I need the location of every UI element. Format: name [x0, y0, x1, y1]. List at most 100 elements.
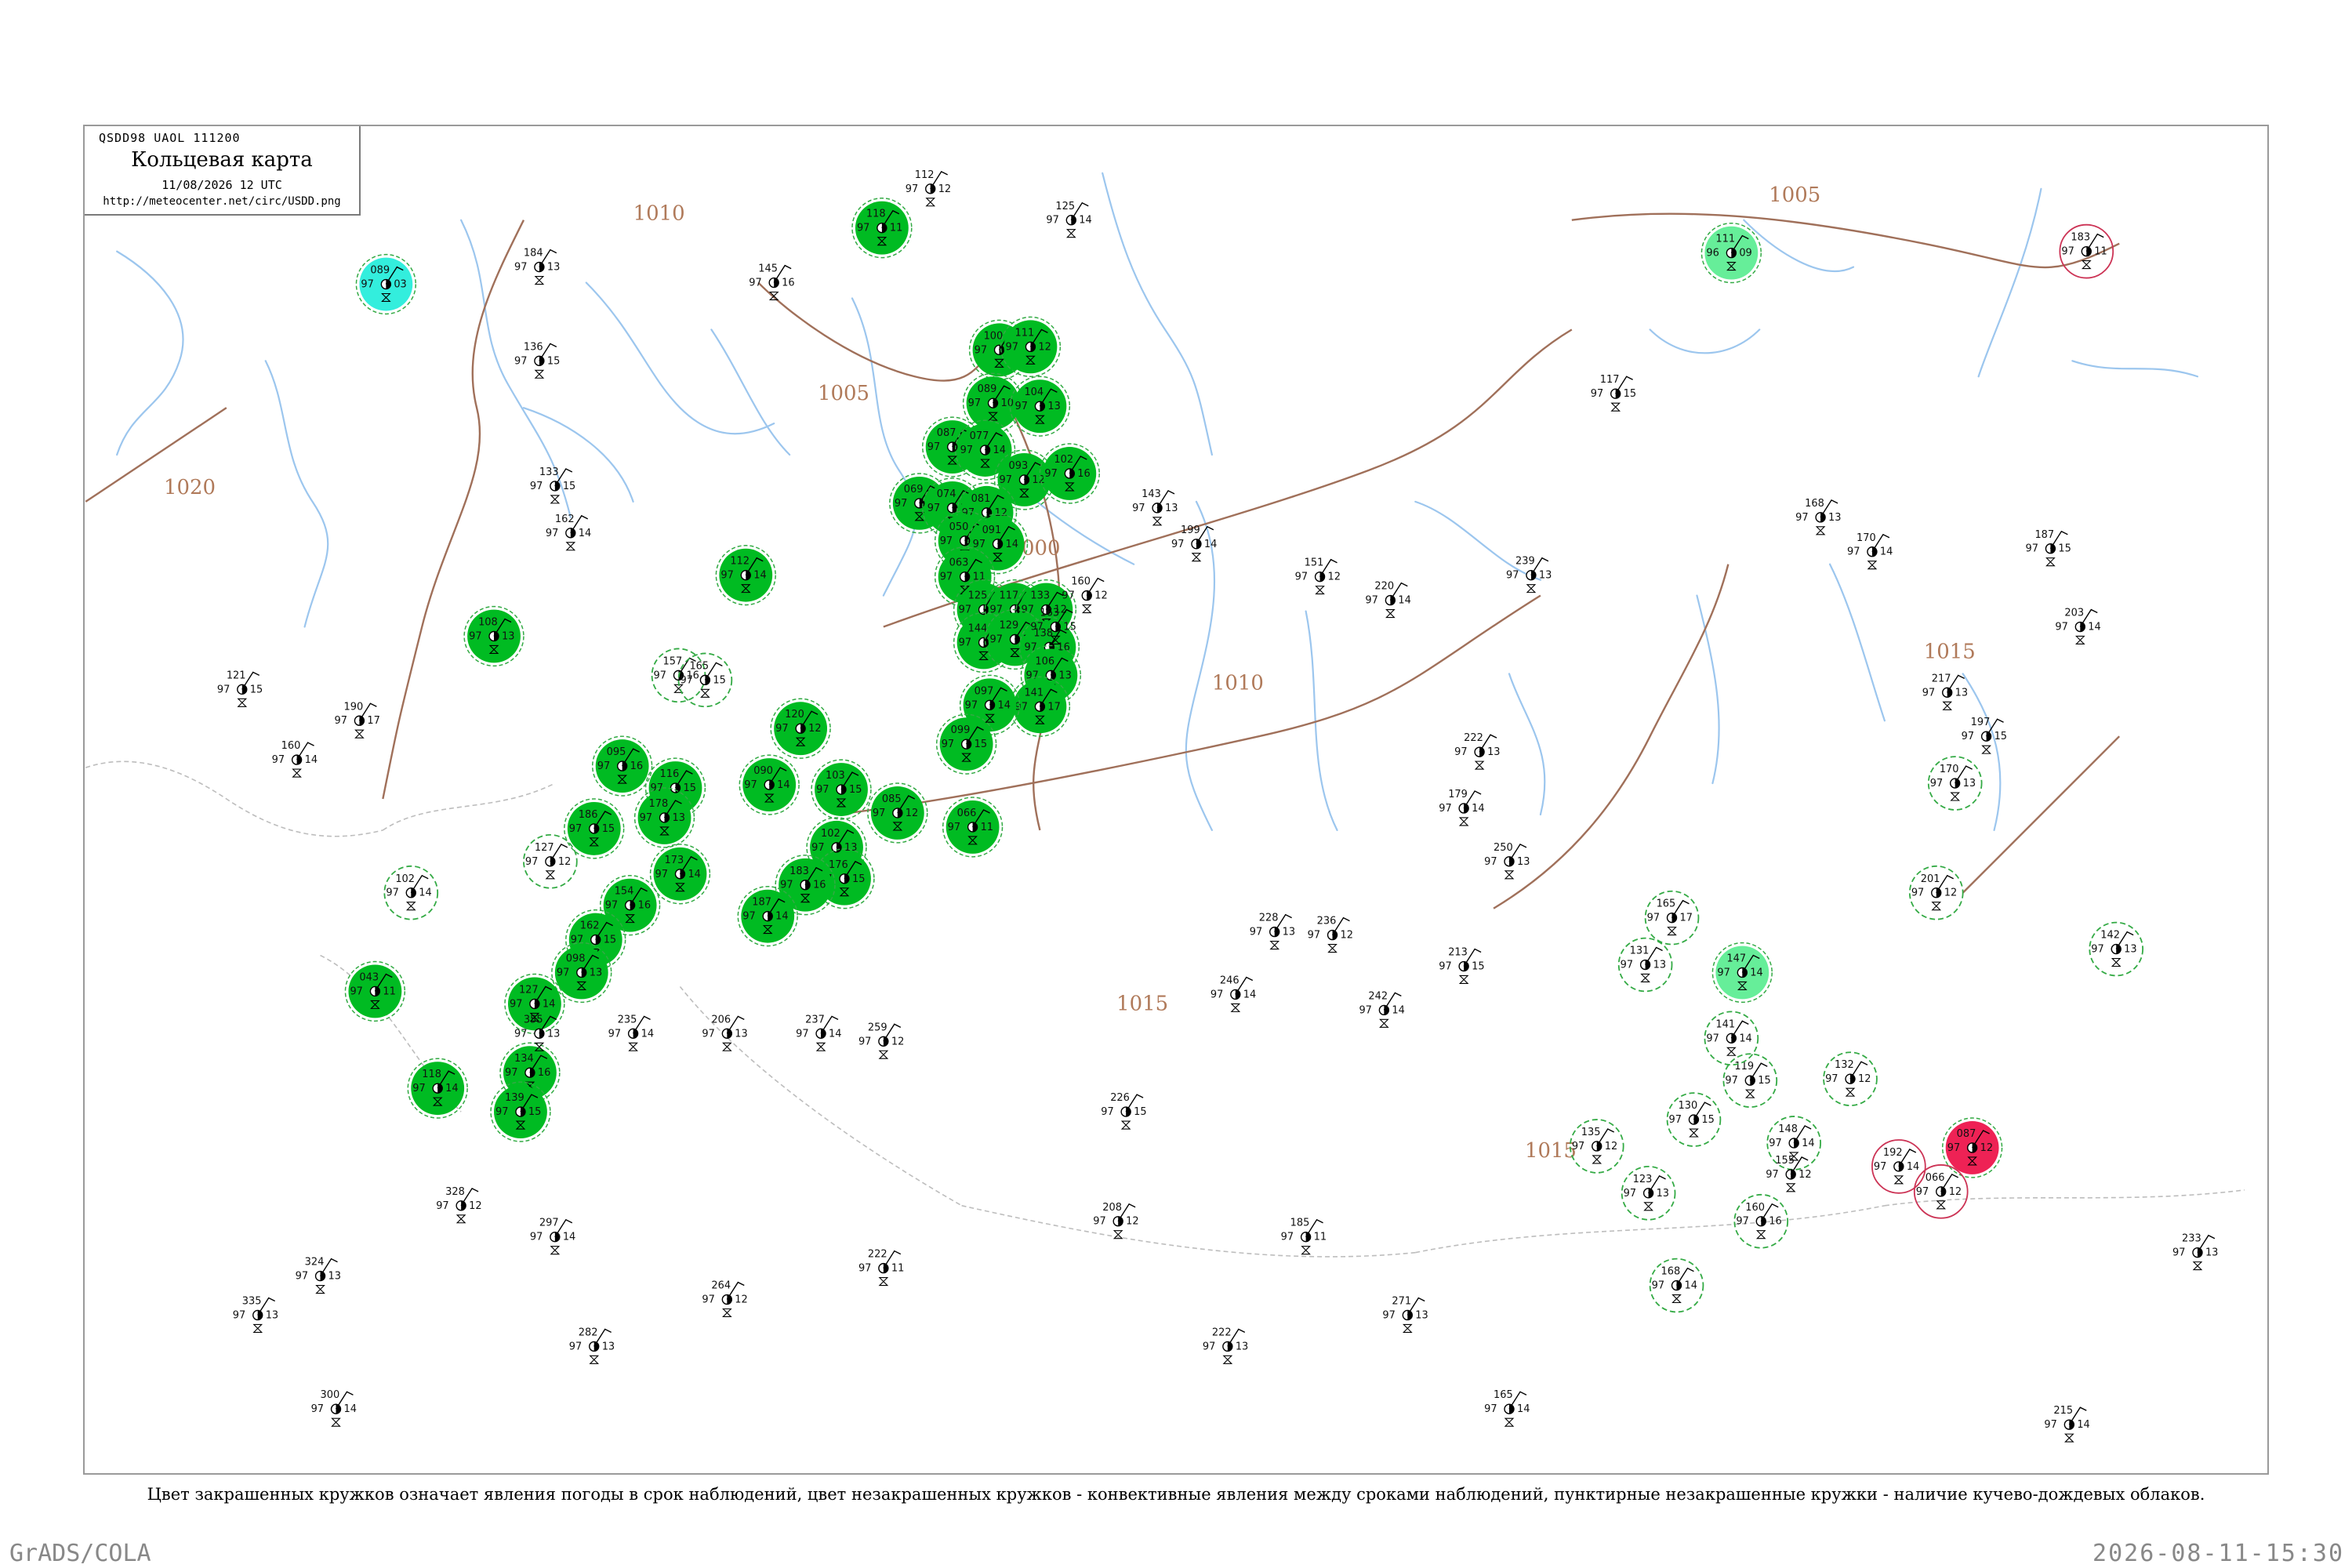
present-weather-icon [1671, 1294, 1682, 1304]
station-28[interactable]: 095 97 16 [591, 735, 653, 797]
station-100[interactable]: 250 97 13 [1484, 842, 1530, 880]
station-74[interactable]: 145 97 16 [749, 263, 795, 301]
station-46[interactable]: 118 97 14 [407, 1058, 468, 1119]
station-83[interactable]: 133 97 15 [530, 466, 575, 504]
station-pressure: 199 [1181, 524, 1200, 536]
station-69[interactable]: 135 97 12 [1569, 1119, 1624, 1174]
station-96[interactable]: 197 97 15 [1962, 717, 2007, 754]
station-105[interactable]: 246 97 14 [1210, 975, 1256, 1012]
station-pressure: 085 [882, 793, 902, 805]
station-103[interactable]: 242 97 14 [1359, 990, 1405, 1028]
station-58[interactable]: 131 97 13 [1617, 937, 1673, 993]
station-48[interactable]: 066 97 11 [942, 797, 1004, 858]
station-62[interactable]: 132 97 12 [1823, 1051, 1878, 1106]
station-54[interactable]: 165 97 15 [677, 652, 733, 708]
station-97[interactable]: 203 97 14 [2055, 608, 2101, 645]
station-88[interactable]: 151 97 12 [1295, 557, 1341, 595]
station-52[interactable]: 087 97 12 [1941, 1117, 2003, 1178]
station-80[interactable]: 190 97 17 [334, 701, 380, 739]
station-120[interactable]: 233 97 13 [2172, 1233, 2218, 1271]
station-116[interactable]: 208 97 12 [1093, 1202, 1139, 1240]
station-49[interactable]: 111 96 09 [1700, 222, 1762, 284]
station-119[interactable]: 215 97 14 [2044, 1405, 2090, 1443]
station-112[interactable]: 300 97 14 [311, 1389, 357, 1427]
station-93[interactable]: 170 97 14 [1847, 532, 1893, 570]
station-25[interactable]: 099 97 15 [935, 713, 997, 775]
station-114[interactable]: 264 97 12 [702, 1280, 748, 1318]
station-51[interactable]: 089 97 03 [355, 253, 417, 315]
station-38[interactable]: 186 97 15 [564, 798, 625, 859]
station-2[interactable]: 111 97 12 [1000, 316, 1062, 378]
station-63[interactable]: 170 97 13 [1927, 756, 1983, 811]
station-42[interactable]: 098 97 13 [551, 942, 612, 1004]
station-pressure: 192 [1883, 1147, 1903, 1159]
station-68[interactable]: 168 97 14 [1649, 1258, 1704, 1313]
station-27[interactable]: 10897 13 [463, 605, 524, 667]
station-66[interactable]: 130 97 15 [1666, 1092, 1722, 1147]
station-82[interactable]: 184 97 13 [514, 248, 560, 285]
station-91[interactable]: 117 97 15 [1591, 374, 1636, 412]
station-123[interactable]: 165 97 14 [1484, 1389, 1530, 1427]
station-87[interactable]: 199 97 14 [1171, 524, 1217, 562]
station-106[interactable]: 226 97 15 [1101, 1092, 1147, 1130]
station-122[interactable]: 222 97 13 [1203, 1327, 1248, 1364]
station-104[interactable]: 228 97 13 [1250, 913, 1295, 950]
station-86[interactable]: 143 97 13 [1132, 488, 1178, 526]
station-71[interactable]: 066 97 12 [1913, 1164, 1969, 1219]
station-72[interactable]: 192 97 14 [1871, 1139, 1926, 1194]
station-26[interactable]: 120 97 12 [770, 698, 831, 759]
station-pressure: 074 [937, 488, 956, 500]
station-32[interactable]: 085 97 12 [867, 782, 928, 844]
legend-url[interactable]: http://meteocenter.net/circ/USDD.png [85, 195, 359, 208]
station-8[interactable]: 102 97 16 [1039, 443, 1100, 504]
station-55[interactable]: 102 97 14 [383, 865, 439, 920]
station-50[interactable]: 147 97 14 [1711, 942, 1773, 1004]
station-36[interactable]: 187 97 14 [737, 885, 798, 947]
station-79[interactable]: 160 97 14 [272, 740, 318, 778]
station-110[interactable]: 324 97 13 [296, 1257, 341, 1294]
station-75[interactable]: 112 97 12 [906, 169, 951, 207]
station-115[interactable]: 222 97 11 [858, 1249, 904, 1287]
station-99[interactable]: 222 97 13 [1454, 732, 1501, 770]
station-92[interactable]: 168 97 13 [1795, 498, 1842, 535]
station-70[interactable]: 142 97 13 [2089, 921, 2144, 977]
station-89[interactable]: 220 97 14 [1365, 581, 1411, 619]
station-47[interactable]: 043 97 11 [344, 960, 406, 1022]
station-117[interactable]: 185 97 11 [1281, 1218, 1327, 1255]
station-pressure: 087 [937, 427, 956, 439]
station-95[interactable]: 217 97 13 [1922, 673, 1968, 710]
station-90[interactable]: 239 97 13 [1506, 556, 1552, 593]
station-102[interactable]: 21397 15 [1439, 947, 1485, 985]
station-56[interactable]: 127 97 12 [523, 833, 578, 889]
station-61[interactable]: 160 97 16 [1733, 1193, 1789, 1249]
station-85[interactable]: 136 97 15 [514, 341, 560, 379]
station-121[interactable]: 27197 13 [1382, 1296, 1428, 1333]
station-113[interactable]: 282 97 13 [569, 1327, 615, 1364]
station-98[interactable]: 179 97 14 [1439, 789, 1485, 826]
station-127[interactable]: 237 97 14 [796, 1014, 842, 1051]
station-37[interactable]: 178 97 13 [633, 787, 695, 848]
station-101[interactable]: 236 97 12 [1308, 916, 1353, 953]
station-84[interactable]: 162 97 14 [546, 514, 591, 551]
station-107[interactable]: 259 97 12 [858, 1022, 904, 1059]
station-64[interactable]: 201 97 12 [1908, 865, 1964, 920]
station-45[interactable]: 139 97 15 [490, 1081, 551, 1142]
station-81[interactable]: 121 97 15 [217, 670, 263, 707]
station-76[interactable]: 125 97 14 [1046, 201, 1092, 238]
station-65[interactable]: 141 97 14 [1704, 1011, 1759, 1066]
station-30[interactable]: 090 97 14 [739, 754, 800, 815]
station-94[interactable]: 187 97 15 [2025, 529, 2071, 567]
station-4[interactable]: 104 97 13 [1009, 376, 1071, 437]
station-108[interactable]: 297 97 14 [530, 1218, 575, 1255]
station-109[interactable]: 328 97 12 [436, 1186, 482, 1224]
station-57[interactable]: 165 97 17 [1644, 890, 1700, 946]
station-73[interactable]: 183 97 11 [2059, 223, 2114, 279]
station-67[interactable]: 123 97 13 [1621, 1166, 1676, 1221]
station-111[interactable]: 33597 13 [233, 1296, 278, 1333]
station-118[interactable]: 155 97 12 [1766, 1155, 1812, 1192]
station-21[interactable]: 112 97 14 [715, 545, 776, 606]
station-125[interactable]: 235 97 14 [608, 1014, 654, 1051]
station-59[interactable]: 119 97 15 [1722, 1053, 1778, 1108]
station-39[interactable]: 173 97 14 [649, 844, 711, 905]
station-0[interactable]: 118 97 11 [851, 198, 913, 259]
